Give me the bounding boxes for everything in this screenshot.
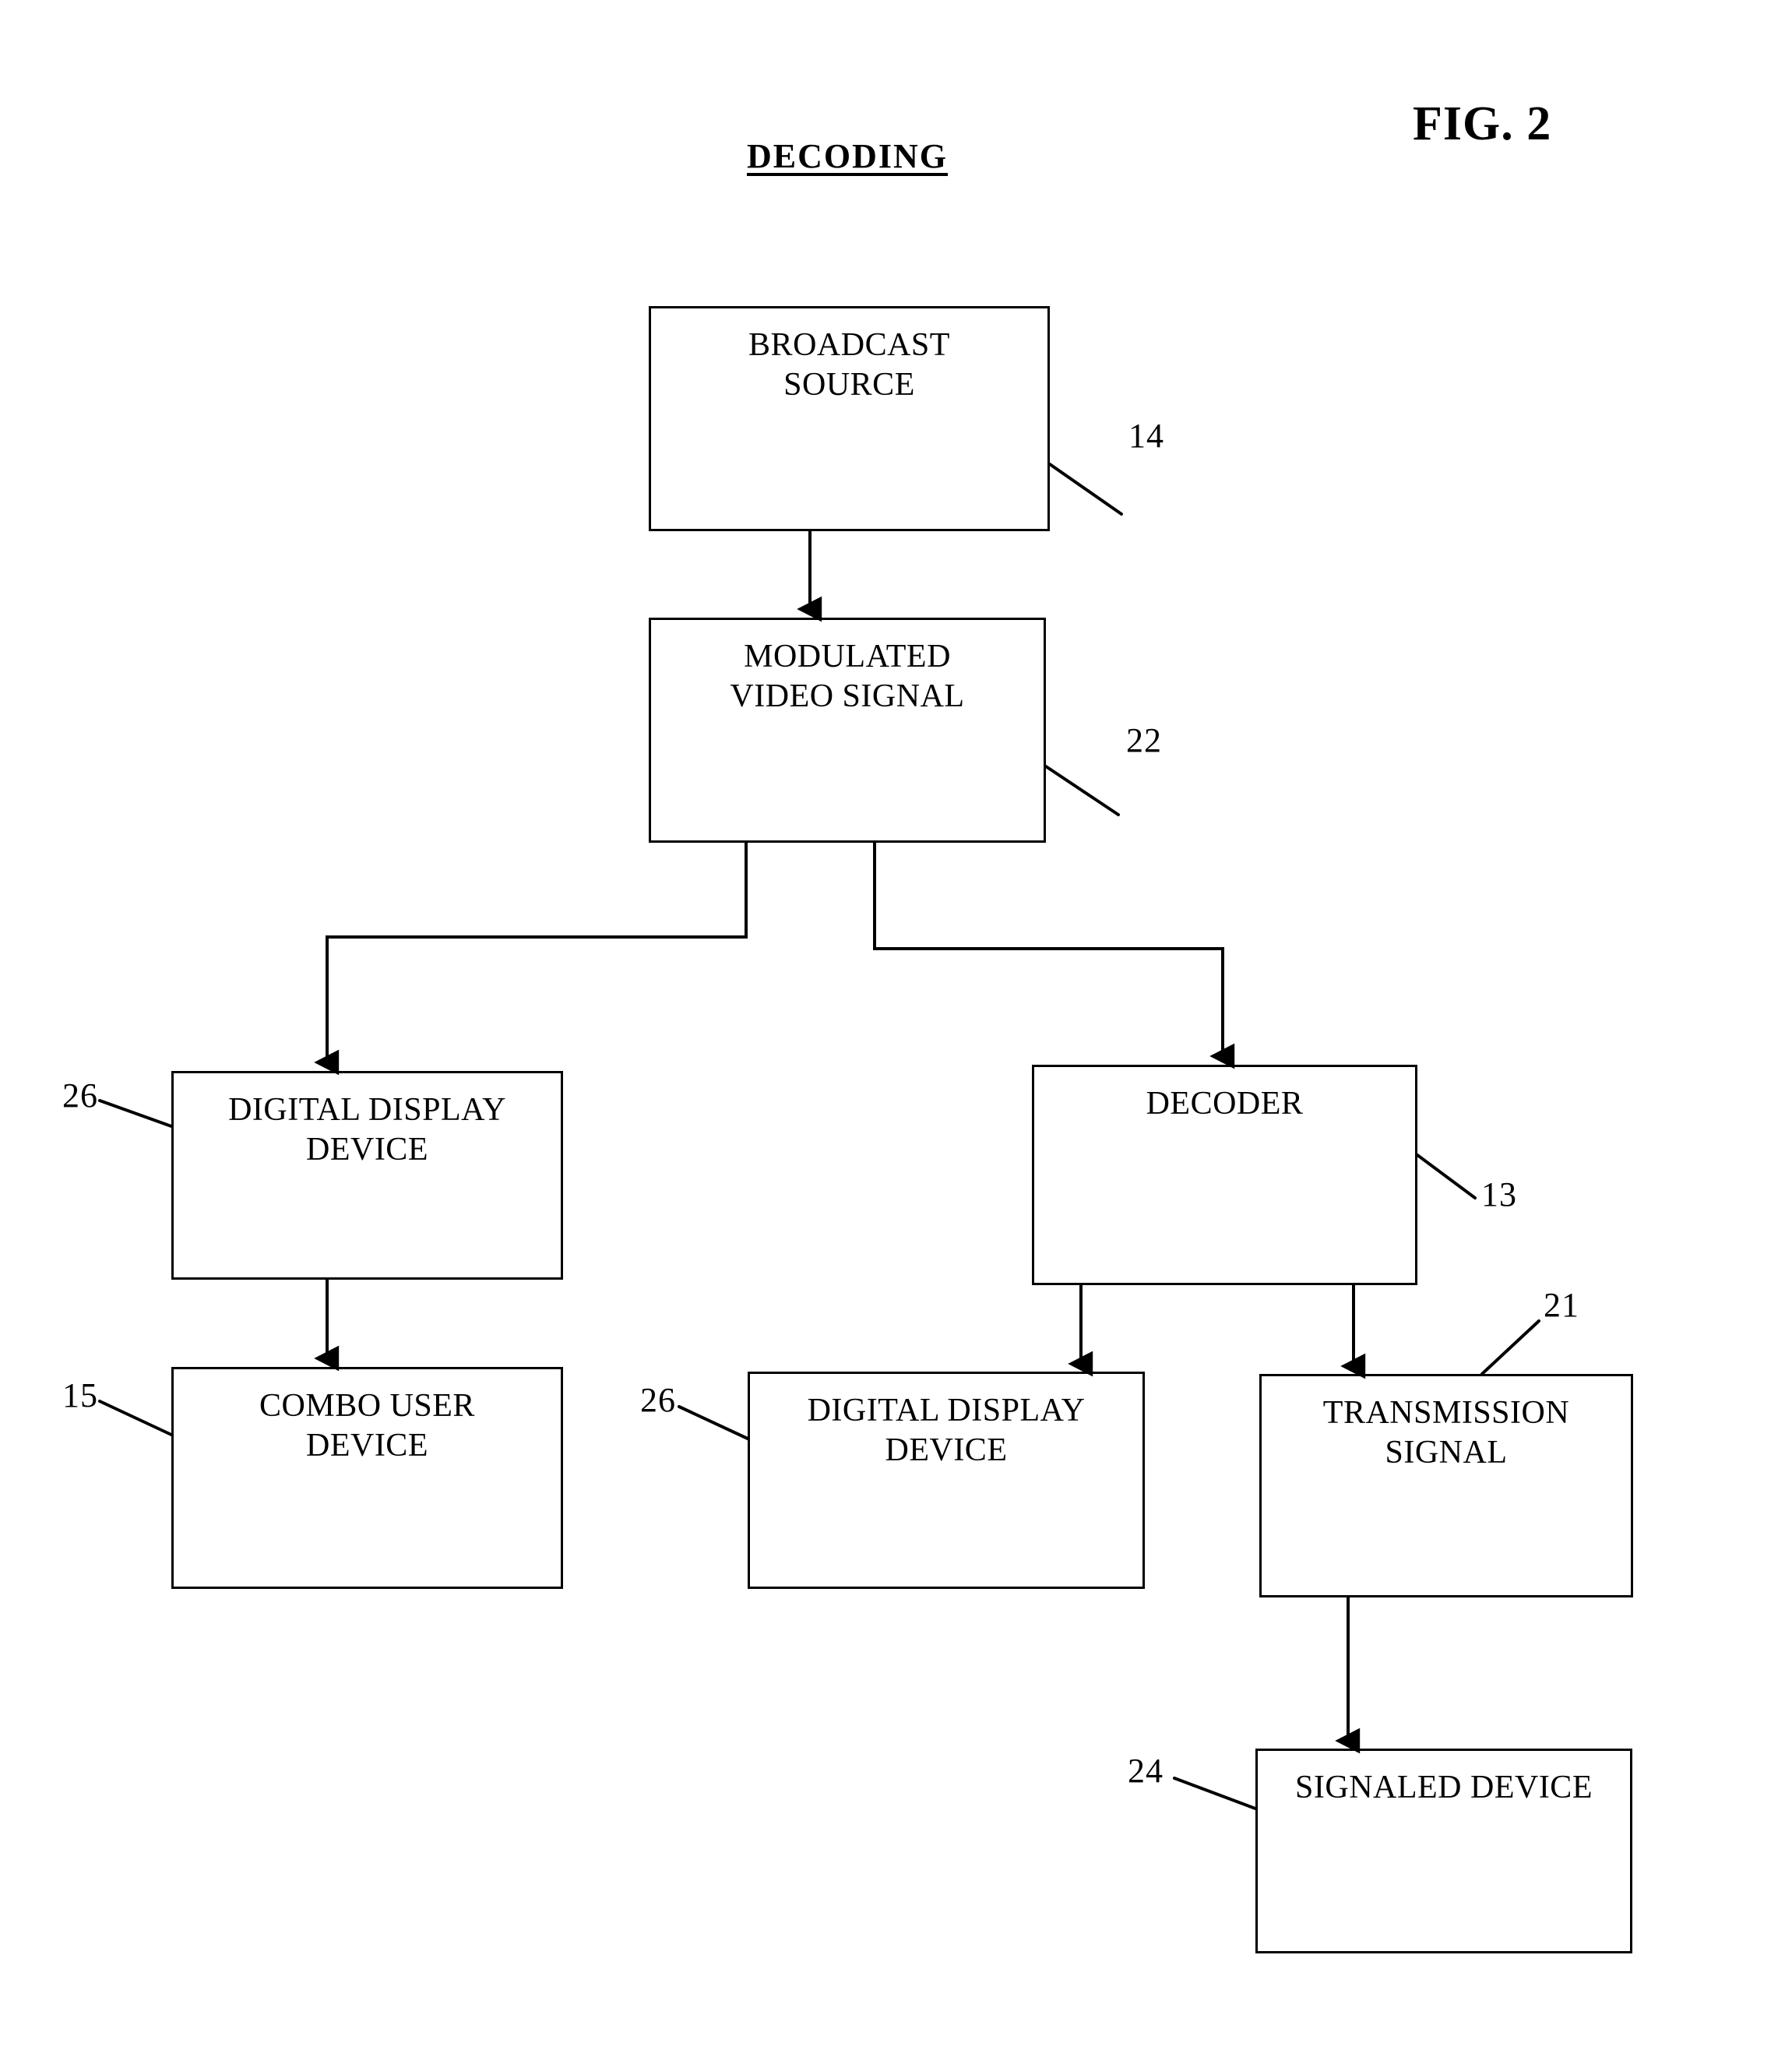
ref-number-13: 13 (1481, 1175, 1517, 1213)
edge-modulated-to-display-left (314, 843, 748, 1076)
ref-number-26-left: 26 (62, 1076, 98, 1115)
ref-number-21: 21 (1544, 1286, 1579, 1324)
leader-26-mid (678, 1405, 749, 1440)
ref-number-24: 24 (1128, 1752, 1164, 1790)
node-signaled-device[interactable]: SIGNALED DEVICE (1255, 1749, 1632, 1953)
leader-15 (98, 1400, 173, 1436)
figure-number: FIG. 2 (1413, 97, 1552, 150)
node-broadcast-source-label: BROADCAST SOURCE (748, 327, 950, 403)
node-modulated-video-signal-label: MODULATED VIDEO SIGNAL (730, 639, 965, 715)
leader-22 (1044, 765, 1120, 816)
node-transmission-signal-label: TRANSMISSION SIGNAL (1322, 1395, 1570, 1471)
node-combo-user-device[interactable]: COMBO USER DEVICE (171, 1367, 563, 1589)
node-digital-display-device-mid-label: DIGITAL DISPLAY DEVICE (807, 1393, 1086, 1469)
leader-13 (1416, 1154, 1477, 1199)
node-modulated-video-signal[interactable]: MODULATED VIDEO SIGNAL (649, 618, 1046, 843)
ref-number-14: 14 (1128, 417, 1164, 455)
leader-21 (1480, 1319, 1540, 1375)
node-transmission-signal[interactable]: TRANSMISSION SIGNAL (1259, 1374, 1633, 1597)
node-signaled-device-label: SIGNALED DEVICE (1295, 1770, 1593, 1805)
node-digital-display-device-left[interactable]: DIGITAL DISPLAY DEVICE (171, 1071, 563, 1280)
node-digital-display-device-left-label: DIGITAL DISPLAY DEVICE (228, 1092, 506, 1168)
ref-number-26-mid: 26 (640, 1381, 676, 1419)
node-decoder-label: DECODER (1146, 1086, 1304, 1122)
leader-14 (1048, 463, 1123, 516)
node-decoder[interactable]: DECODER (1032, 1065, 1417, 1285)
leader-26-left (98, 1099, 173, 1128)
node-combo-user-device-label: COMBO USER DEVICE (259, 1388, 475, 1464)
patent-figure-page: FIG. 2 DECODING BROADCAST SOURCE 14 MODU… (0, 0, 1792, 2050)
ref-number-15: 15 (62, 1376, 98, 1414)
ref-number-22: 22 (1126, 721, 1162, 759)
node-digital-display-device-mid[interactable]: DIGITAL DISPLAY DEVICE (748, 1372, 1145, 1589)
figure-title: DECODING (747, 137, 949, 175)
node-broadcast-source[interactable]: BROADCAST SOURCE (649, 306, 1050, 531)
leader-24 (1173, 1777, 1257, 1810)
edge-modulated-to-decoder (873, 843, 1235, 1069)
